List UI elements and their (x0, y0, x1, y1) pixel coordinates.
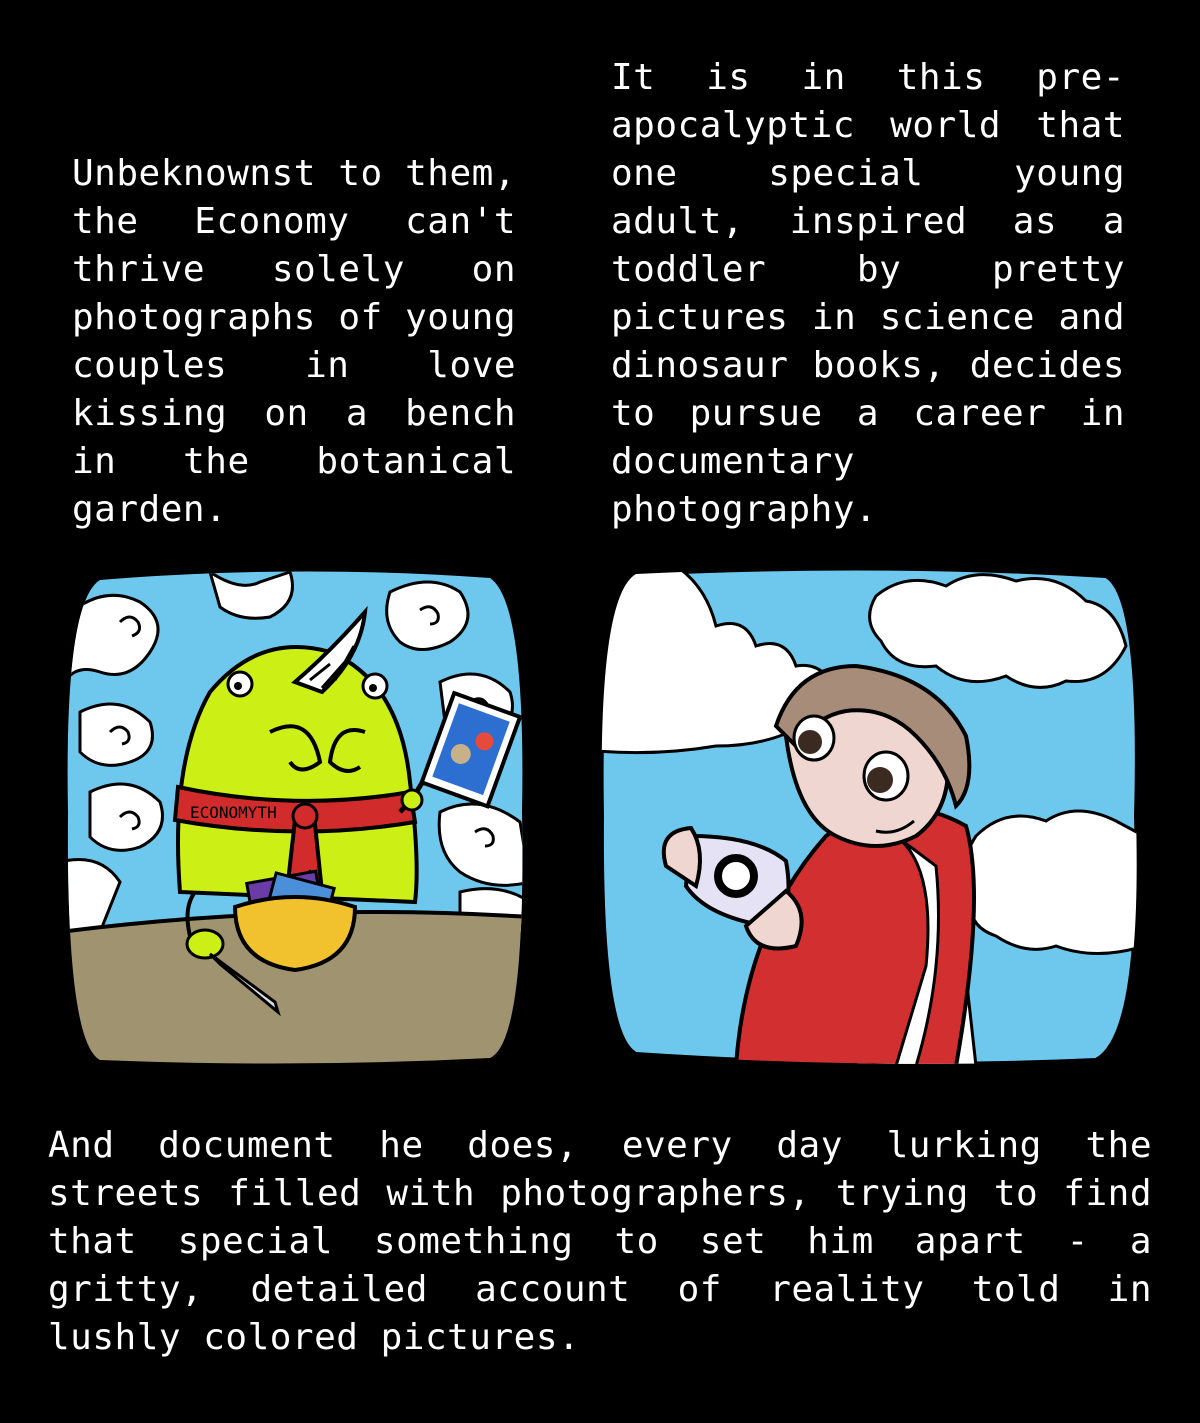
caption-right: It is in this pre-apocalyptic world that… (611, 57, 1125, 530)
caption-left: Unbeknownst to them, the Economy can't t… (72, 153, 516, 530)
scarf-label: ECONOMYTH (190, 803, 277, 822)
comic-panel-economy-creature: ECONOMYTH (60, 562, 530, 1068)
caption-bottom: And document he does, every day lurking … (48, 1125, 1152, 1358)
economy-creature-illustration: ECONOMYTH (65, 569, 525, 1066)
photographer-illustration (599, 566, 1139, 1066)
camera-lens (714, 854, 758, 898)
comic-panel-photographer (596, 566, 1144, 1066)
